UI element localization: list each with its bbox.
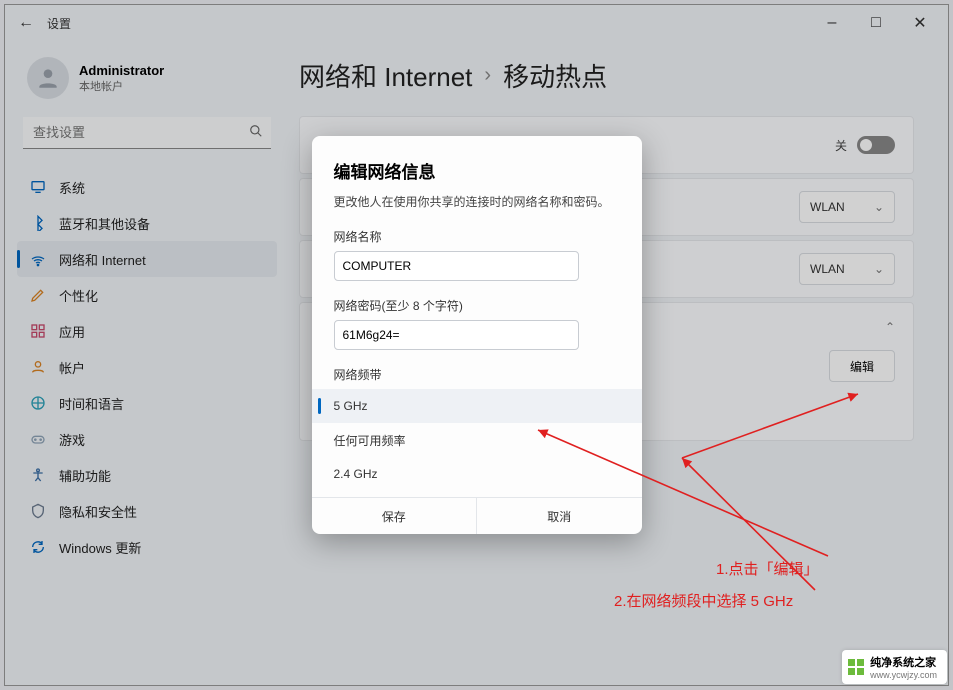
cancel-button[interactable]: 取消 <box>477 498 642 534</box>
edit-network-dialog: 编辑网络信息 更改他人在使用你共享的连接时的网络名称和密码。 网络名称 网络密码… <box>312 136 642 534</box>
band-option[interactable]: 任何可用频率 <box>312 423 642 457</box>
band-option[interactable]: 2.4 GHz <box>312 457 642 491</box>
band-options: 5 GHz任何可用频率2.4 GHz <box>312 389 642 491</box>
dialog-description: 更改他人在使用你共享的连接时的网络名称和密码。 <box>334 193 620 210</box>
modal-overlay: 编辑网络信息 更改他人在使用你共享的连接时的网络名称和密码。 网络名称 网络密码… <box>0 0 953 690</box>
band-option[interactable]: 5 GHz <box>312 389 642 423</box>
dialog-title: 编辑网络信息 <box>334 158 620 183</box>
watermark-logo-icon <box>848 659 864 675</box>
network-name-input[interactable] <box>334 251 580 281</box>
network-band-label: 网络频带 <box>334 366 620 383</box>
network-password-label: 网络密码(至少 8 个字符) <box>334 297 620 314</box>
watermark: 纯净系统之家 www.ycwjzy.com <box>842 650 947 684</box>
save-button[interactable]: 保存 <box>312 498 478 534</box>
network-name-label: 网络名称 <box>334 228 620 245</box>
network-password-input[interactable] <box>334 320 580 350</box>
